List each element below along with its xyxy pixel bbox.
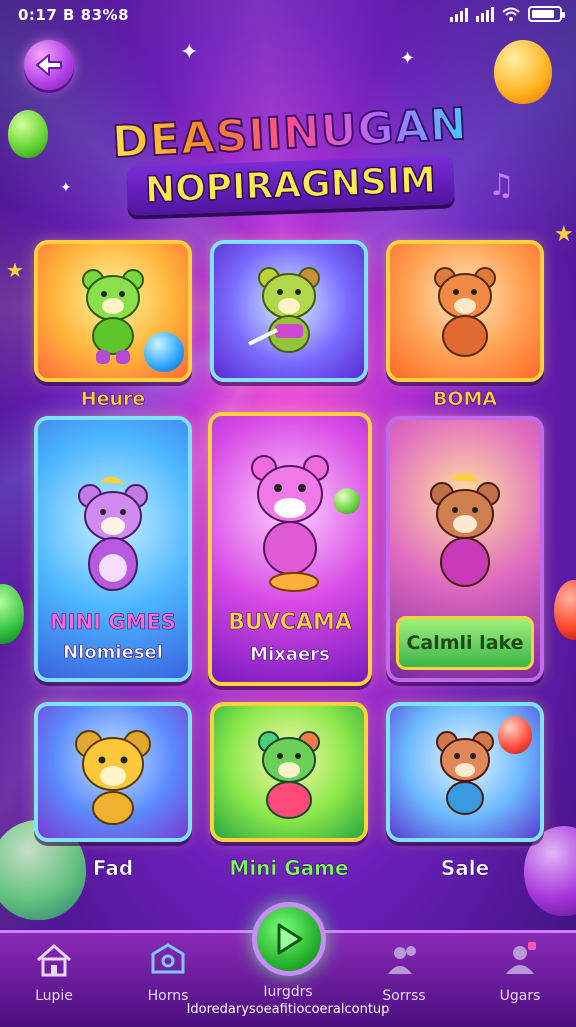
- star-decor: ★: [554, 222, 574, 247]
- nav-item-iurgdrs[interactable]: Iurgdrs: [248, 984, 328, 1000]
- battery-icon: [528, 6, 565, 22]
- card-8-label: Mini Game: [229, 856, 349, 881]
- game-card-1[interactable]: [34, 240, 192, 382]
- yellow-bear-icon: [75, 730, 151, 825]
- balloon-decor: [144, 332, 184, 372]
- play-icon: [277, 923, 303, 955]
- status-time: 0:17 B 83%8: [18, 6, 130, 24]
- user-icon: [506, 942, 536, 974]
- balloon-decor: [554, 580, 576, 640]
- game-card-9[interactable]: [386, 702, 544, 842]
- game-card-8[interactable]: [210, 702, 368, 842]
- balloon-decor: [334, 488, 360, 514]
- game-card-7[interactable]: [34, 702, 192, 842]
- status-bar: 0:17 B 83%8: [0, 0, 576, 32]
- game-title: DEASIINUGAN NOPIRAGNSIM: [40, 98, 540, 216]
- battery-fill: [532, 10, 555, 18]
- wifi-icon: [502, 7, 520, 21]
- card-6-button-label: Calmli lake: [406, 632, 524, 654]
- game-card-6[interactable]: Calmli lake: [386, 416, 544, 682]
- balloon-decor: [0, 584, 24, 644]
- signal-icon: [450, 6, 468, 22]
- card-5-label: BUVCAMA: [228, 610, 352, 636]
- back-button[interactable]: [24, 40, 74, 90]
- nav-item-horns[interactable]: Horns: [128, 942, 208, 1004]
- people-icon: [388, 946, 416, 974]
- nav-item-lupie[interactable]: Lupie: [14, 942, 94, 1004]
- card-7-label: Fad: [92, 856, 134, 881]
- card-3-label: BOMA: [432, 388, 498, 411]
- balloon-decor: [498, 716, 532, 754]
- purple-bear-icon: [78, 476, 148, 591]
- signal-icon-2: [476, 6, 494, 22]
- brown-bear-icon: [430, 473, 500, 587]
- card-9-label: Sale: [440, 856, 490, 881]
- play-button[interactable]: [252, 902, 326, 976]
- home-icon: [37, 944, 71, 977]
- rainbow-bear-icon: [258, 731, 320, 819]
- game-card-2[interactable]: [210, 240, 368, 382]
- nav-item-sorrss[interactable]: Sorrss: [364, 942, 444, 1004]
- card-5-sublabel: Mixaers: [250, 644, 330, 666]
- title-line-2: NOPIRAGNSIM: [125, 155, 455, 216]
- card-4-sublabel: Nlomiesel: [63, 642, 163, 664]
- orange-bear-icon: [434, 267, 496, 357]
- balloon-decor: [494, 40, 552, 104]
- sparkle-decor: ✦: [400, 48, 416, 69]
- status-icons: [450, 6, 565, 22]
- nav-label: Iurgdrs: [263, 984, 313, 1000]
- game-card-4[interactable]: NINI GMES Nlomiesel: [34, 416, 192, 682]
- game-card-3[interactable]: [386, 240, 544, 382]
- footer-text: Idoredarysoeafitiocoeralcontup: [186, 1002, 390, 1017]
- back-arrow-icon: [36, 54, 62, 76]
- card-1-label: Heure: [80, 388, 146, 411]
- house-badge-icon: [151, 943, 185, 974]
- pink-bear-icon: [251, 455, 329, 592]
- green-bear-guitar-icon: [248, 267, 320, 353]
- star-decor: ★: [6, 258, 24, 282]
- nav-item-ugars[interactable]: Ugars: [480, 942, 560, 1004]
- card-6-button[interactable]: Calmli lake: [396, 616, 534, 670]
- sparkle-decor: ✦: [180, 40, 199, 65]
- game-card-5-featured[interactable]: BUVCAMA Mixaers: [208, 412, 372, 686]
- card-4-label: NINI GMES: [50, 610, 176, 635]
